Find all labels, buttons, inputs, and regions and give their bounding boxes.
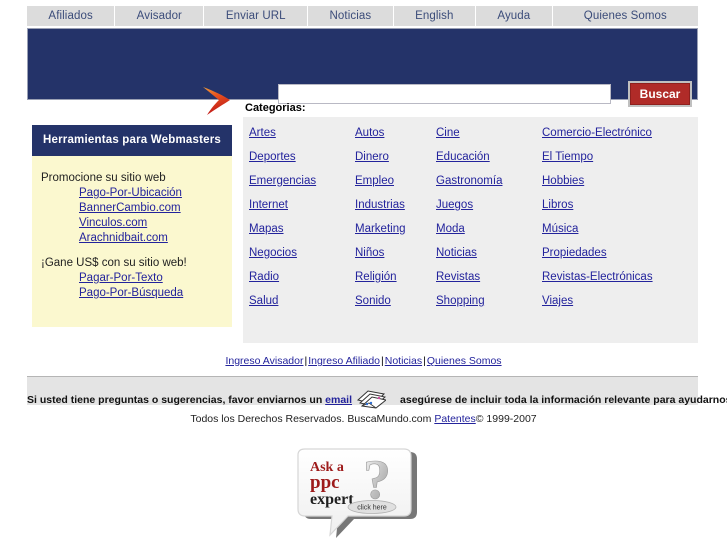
category-link[interactable]: Juegos [436,199,542,211]
sidebar-link-vinculos[interactable]: Vinculos.com [79,216,232,231]
sidebar-link-bannercambio[interactable]: BannerCambio.com [79,201,232,216]
boomerang-arrow-icon [203,87,230,115]
categories-panel: Artes Autos Cine Comercio-Electrónico De… [243,117,698,343]
patentes-link[interactable]: Patentes [434,413,475,425]
tab-label: Afiliados [48,10,93,22]
category-link[interactable]: Moda [436,223,542,235]
tab-quienes-somos[interactable]: Quienes Somos [552,6,698,26]
ad-click-here-button[interactable]: click here [347,500,397,514]
tab-avisador[interactable]: Avisador [115,6,205,26]
category-link[interactable]: Autos [355,127,436,139]
category-link[interactable]: Deportes [249,151,355,163]
sidebar-section2-heading: ¡Gane US$ con su sitio web! [41,257,187,269]
categories-title: Categorias: [245,102,306,114]
sidebar-section2-links: Pagar-Por-Texto Pago-Por-Búsqueda [32,271,232,301]
ask-a-ppc-expert-ad[interactable]: ? Ask a ppc expert click here [288,448,423,540]
primary-navigation-tabs: Afiliados Avisador Enviar URL Noticias E… [27,6,698,26]
contact-text-after: asegúrese de incluir toda la información… [400,394,727,406]
category-link[interactable]: Música [542,223,702,235]
tab-label: Noticias [329,10,372,22]
tab-label: Ayuda [497,10,531,22]
sidebar-section1-heading: Promocione su sitio web [41,172,166,184]
tab-afiliados[interactable]: Afiliados [27,6,116,26]
tab-label: Avisador [136,10,182,22]
ad-line-3: expert [310,491,354,508]
sidebar-title: Herramientas para Webmasters [32,125,232,156]
category-link[interactable]: El Tiempo [542,151,702,163]
category-link[interactable]: Mapas [249,223,355,235]
categories-grid: Artes Autos Cine Comercio-Electrónico De… [243,127,698,307]
tab-enviar-url[interactable]: Enviar URL [204,6,309,26]
link-noticias[interactable]: Noticias [385,355,422,367]
category-link[interactable]: Marketing [355,223,436,235]
category-link[interactable]: Educación [436,151,542,163]
contact-footer-text: Si usted tiene preguntas o sugerencias, … [27,387,727,409]
tab-label: Quienes Somos [583,10,667,22]
webmaster-tools-sidebar: Herramientas para Webmasters Promocione … [32,125,232,327]
secondary-links-row: Ingreso Avisador|Ingreso Afiliado|Notici… [0,355,727,367]
tab-label: Enviar URL [225,10,286,22]
search-input[interactable] [278,84,611,104]
search-banner: Buscar [27,28,698,115]
category-link[interactable]: Religión [355,271,436,283]
category-link[interactable]: Negocios [249,247,355,259]
ad-click-here-label: click here [357,505,387,512]
category-link[interactable]: Propiedades [542,247,702,259]
category-link[interactable]: Shopping [436,295,542,307]
tab-english[interactable]: English [393,6,476,26]
link-ingreso-avisador[interactable]: Ingreso Avisador [225,355,303,367]
copyright-text-before: Todos los Derechos Reservados. BuscaMund… [190,413,435,425]
category-link[interactable]: Niños [355,247,436,259]
sidebar-body: Promocione su sitio web Pago-Por-Ubicaci… [32,156,232,327]
category-link[interactable]: Revistas-Electrónicas [542,271,702,283]
link-quienes-somos[interactable]: Quienes Somos [427,355,502,367]
category-link[interactable]: Radio [249,271,355,283]
sidebar-section1-links: Pago-Por-Ubicación BannerCambio.com Vinc… [32,186,232,246]
ad-line-2: ppc [310,472,340,493]
sidebar-link-pago-por-busqueda[interactable]: Pago-Por-Búsqueda [79,286,232,301]
category-link[interactable]: Salud [249,295,355,307]
category-link[interactable]: Industrias [355,199,436,211]
category-link[interactable]: Empleo [355,175,436,187]
category-link[interactable]: Viajes [542,295,702,307]
tab-noticias[interactable]: Noticias [308,6,394,26]
sidebar-link-arachnidbait[interactable]: Arachnidbait.com [79,231,232,246]
category-link[interactable]: Hobbies [542,175,702,187]
search-button-frame: Buscar [628,81,692,107]
category-link[interactable]: Revistas [436,271,542,283]
category-link[interactable]: Artes [249,127,355,139]
category-link[interactable]: Noticias [436,247,542,259]
copyright-line: Todos los Derechos Reservados. BuscaMund… [0,413,727,425]
category-link[interactable]: Dinero [355,151,436,163]
tab-label: English [415,10,454,22]
category-link[interactable]: Gastronomía [436,175,542,187]
search-button[interactable]: Buscar [630,83,690,105]
sidebar-link-pago-por-ubicacion[interactable]: Pago-Por-Ubicación [79,186,232,201]
contact-text-before: Si usted tiene preguntas o sugerencias, … [27,394,326,406]
category-link[interactable]: Sonido [355,295,436,307]
category-link[interactable]: Libros [542,199,702,211]
category-link[interactable]: Emergencias [249,175,355,187]
copyright-text-after: © 1999-2007 [475,413,537,425]
sidebar-link-pagar-por-texto[interactable]: Pagar-Por-Texto [79,271,232,286]
category-link[interactable]: Internet [249,199,355,211]
link-ingreso-afiliado[interactable]: Ingreso Afiliado [308,355,380,367]
category-link[interactable]: Cine [436,127,542,139]
contact-footer-strip: Si usted tiene preguntas o sugerencias, … [27,376,727,409]
tab-ayuda[interactable]: Ayuda [475,6,553,26]
envelopes-icon [356,390,387,409]
category-link[interactable]: Comercio-Electrónico [542,127,702,139]
email-link[interactable]: email [325,394,352,406]
